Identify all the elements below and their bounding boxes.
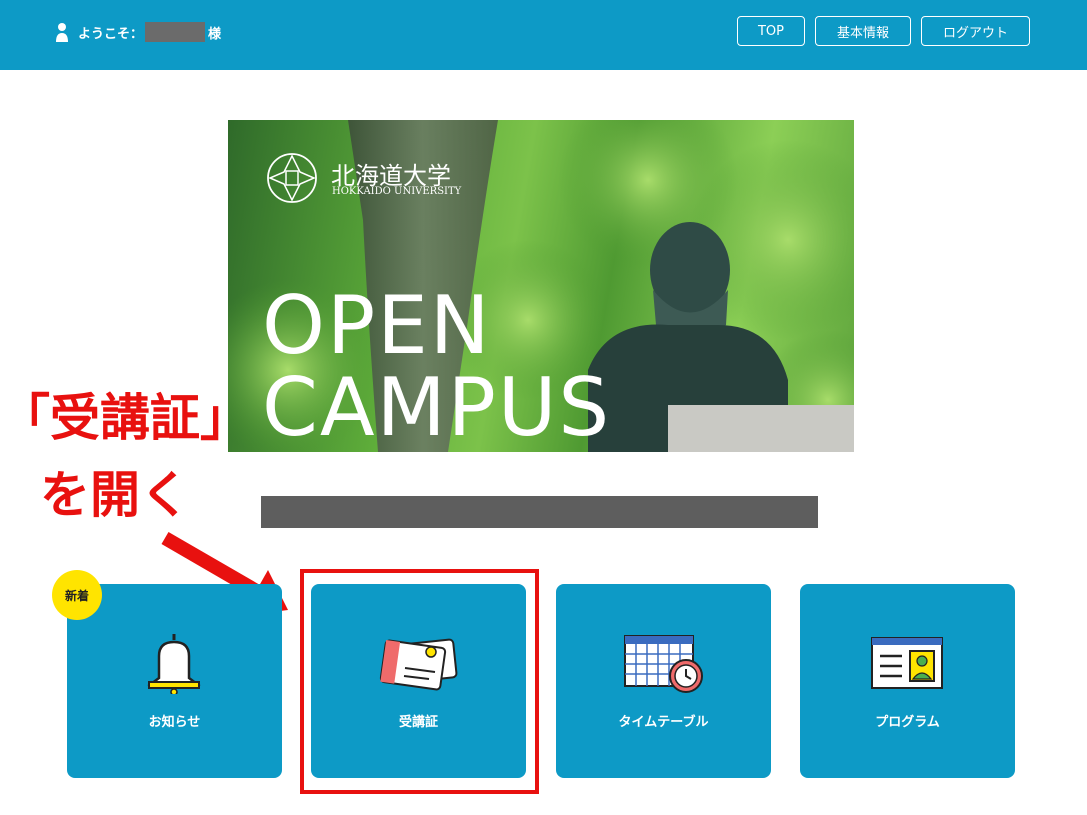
annotation-line1: 「受講証」 bbox=[0, 389, 250, 447]
bell-icon bbox=[147, 634, 201, 694]
hero-title-line2: CAMPUS bbox=[262, 361, 612, 452]
tile-timetable-label: タイムテーブル bbox=[618, 715, 709, 730]
welcome-suffix: 様 bbox=[208, 26, 222, 42]
welcome-prefix: ようこそ： bbox=[78, 26, 144, 42]
user-icon bbox=[56, 23, 68, 42]
nav-profile-button[interactable]: 基本情報 bbox=[815, 16, 911, 46]
open-campus-banner: 北海道大学 HOKKAIDO UNIVERSITY OPEN CAMPUS bbox=[228, 120, 854, 452]
redacted-username bbox=[145, 22, 206, 42]
tile-program-label: プログラム bbox=[875, 715, 940, 730]
annotation-highlight-box bbox=[300, 569, 539, 794]
redacted-text-bar bbox=[261, 496, 818, 528]
hero-title-line1: OPEN bbox=[262, 279, 492, 372]
nav-top-button[interactable]: TOP bbox=[737, 16, 805, 46]
program-icon bbox=[871, 637, 943, 689]
header-bar: ようこそ： 様 TOP 基本情報 ログアウト bbox=[0, 0, 1087, 70]
tile-notices-label: お知らせ bbox=[148, 715, 201, 730]
tile-timetable[interactable]: タイムテーブル bbox=[556, 584, 771, 778]
annotation-line2: を開く bbox=[40, 466, 190, 524]
tile-notices[interactable]: お知らせ bbox=[67, 584, 282, 778]
nav-logout-button[interactable]: ログアウト bbox=[921, 16, 1030, 46]
timetable-icon bbox=[624, 635, 703, 693]
university-emblem-icon bbox=[267, 153, 317, 203]
tile-program[interactable]: プログラム bbox=[800, 584, 1015, 778]
new-badge: 新着 bbox=[52, 570, 102, 620]
welcome-message: ようこそ： 様 bbox=[55, 21, 221, 43]
university-name-en: HOKKAIDO UNIVERSITY bbox=[332, 186, 462, 197]
